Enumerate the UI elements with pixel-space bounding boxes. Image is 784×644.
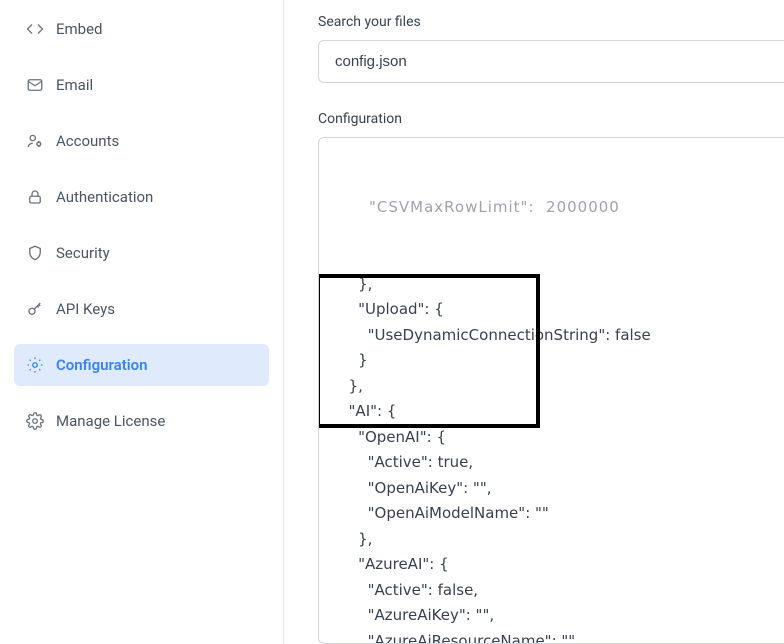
code-line: }, xyxy=(339,272,764,298)
code-line: "UseDynamicConnectionString": false xyxy=(339,323,764,349)
sidebar-item-email[interactable]: Email xyxy=(14,64,269,106)
code-line: "OpenAiModelName": "" xyxy=(339,501,764,527)
code-line: "AI": { xyxy=(339,399,764,425)
sidebar-item-label: Embed xyxy=(56,20,103,38)
code-line: "OpenAI": { xyxy=(339,425,764,451)
sidebar-item-label: Manage License xyxy=(56,412,165,430)
sidebar-item-embed[interactable]: Embed xyxy=(14,8,269,50)
code-line: }, xyxy=(339,527,764,553)
shield-icon xyxy=(26,244,44,262)
code-line: "OpenAiKey": "", xyxy=(339,476,764,502)
sidebar-item-label: Accounts xyxy=(56,132,119,150)
sidebar-item-label: Email xyxy=(56,76,93,94)
sidebar-item-label: Authentication xyxy=(56,188,153,206)
code-line: }, xyxy=(339,374,764,400)
configuration-label: Configuration xyxy=(318,111,784,127)
mail-icon xyxy=(26,76,44,94)
users-gear-icon xyxy=(26,132,44,150)
sidebar-item-authentication[interactable]: Authentication xyxy=(14,176,269,218)
code-line: "AzureAiResourceName": "", xyxy=(339,629,764,644)
sidebar-item-security[interactable]: Security xyxy=(14,232,269,274)
code-line: "Active": false, xyxy=(339,578,764,604)
sidebar-item-configuration[interactable]: Configuration xyxy=(14,344,269,386)
partial-line-top: "CSVMaxRowLimit": 2000000 xyxy=(369,195,764,221)
gear-icon xyxy=(26,356,44,374)
sidebar-item-label: Configuration xyxy=(56,356,148,374)
sidebar-item-accounts[interactable]: Accounts xyxy=(14,120,269,162)
configuration-editor[interactable]: "CSVMaxRowLimit": 2000000 }, "Upload": {… xyxy=(318,137,784,644)
code-line: "AzureAI": { xyxy=(339,552,764,578)
lock-icon xyxy=(26,188,44,206)
code-line: "Active": true, xyxy=(339,450,764,476)
search-input[interactable] xyxy=(318,40,784,83)
sidebar-item-api-keys[interactable]: API Keys xyxy=(14,288,269,330)
code-line: "AzureAiKey": "", xyxy=(339,603,764,629)
main-content: Search your files Configuration "CSVMaxR… xyxy=(284,0,784,644)
settings-icon xyxy=(26,412,44,430)
sidebar-item-label: API Keys xyxy=(56,300,115,318)
code-line: } xyxy=(339,348,764,374)
sidebar-item-manage-license[interactable]: Manage License xyxy=(14,400,269,442)
search-label: Search your files xyxy=(318,14,784,30)
sidebar: Embed Email Accounts Authentication Secu… xyxy=(0,0,284,644)
code-icon xyxy=(26,20,44,38)
sidebar-item-label: Security xyxy=(56,244,110,262)
code-block: }, "Upload": { "UseDynamicConnectionStri… xyxy=(339,272,764,644)
code-line: "Upload": { xyxy=(339,297,764,323)
key-icon xyxy=(26,300,44,318)
